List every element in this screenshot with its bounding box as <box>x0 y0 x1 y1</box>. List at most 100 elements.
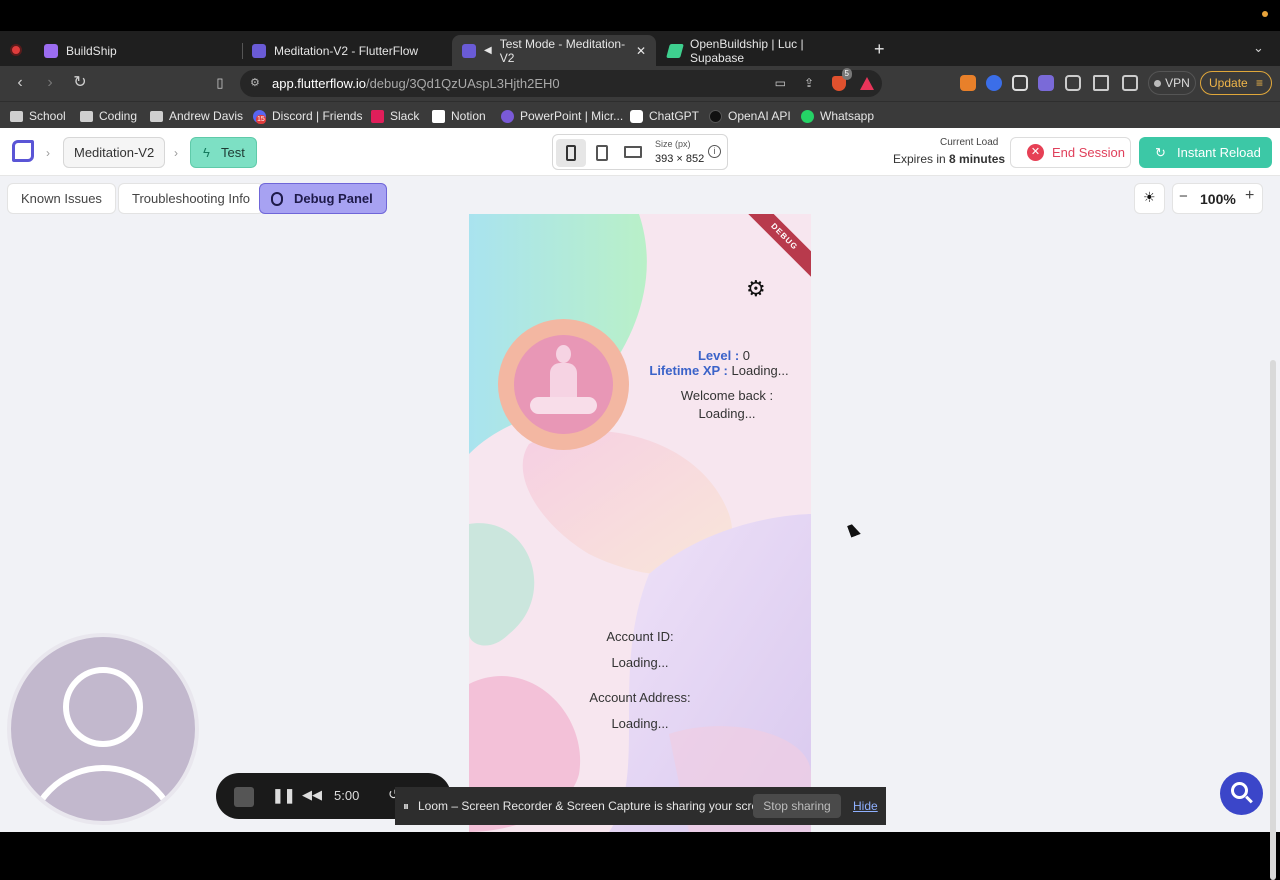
hide-link[interactable]: Hide <box>853 799 878 813</box>
pause-icon[interactable]: ❚❚ <box>272 787 295 804</box>
chevron-right-icon: › <box>46 146 50 160</box>
buildship-icon <box>44 43 58 58</box>
status-dot-icon <box>1262 11 1268 17</box>
tab-supabase[interactable]: OpenBuildship | Luc | Supabase <box>658 35 866 66</box>
bookmark-whatsapp[interactable]: Whatsapp <box>801 107 874 125</box>
expires-text: Expires in 8 minutes <box>893 152 1006 166</box>
back-icon[interactable]: ‹ <box>8 72 32 94</box>
rewind-icon[interactable]: ◀◀ <box>302 787 322 803</box>
extension-tool-icon[interactable] <box>1012 75 1028 91</box>
new-tab-icon[interactable]: + <box>874 39 885 60</box>
menu-icon: ≡ <box>1255 76 1263 90</box>
whatsapp-icon <box>801 109 814 123</box>
current-load-label: Current Load <box>940 137 999 148</box>
theme-toggle-button[interactable]: ☀ <box>1134 183 1165 214</box>
recording-timer: 5:00 <box>334 788 360 803</box>
cast-icon[interactable]: ▭ <box>775 70 786 97</box>
pause-share-icon: ⏸ <box>403 799 410 813</box>
user-body-icon <box>25 765 181 821</box>
end-session-button[interactable]: ✕ End Session <box>1010 137 1131 168</box>
openai-icon <box>709 109 722 123</box>
debug-panel-button[interactable]: Debug Panel <box>259 183 387 214</box>
browser-tab-strip: BuildShip Meditation-V2 - FlutterFlow ◀ … <box>0 31 1280 66</box>
instant-reload-button[interactable]: ↻ Instant Reload <box>1139 137 1272 168</box>
desktop-icon[interactable] <box>618 139 648 167</box>
search-chat-button[interactable] <box>1220 772 1263 815</box>
canvas-scrollbar[interactable] <box>1270 360 1276 880</box>
tab-test-mode[interactable]: ◀ Test Mode - Meditation-V2 ✕ <box>452 35 656 66</box>
forward-icon[interactable]: › <box>38 72 62 94</box>
folder-icon <box>80 110 93 122</box>
bookmark-slack[interactable]: Slack <box>371 107 419 125</box>
notion-icon <box>432 109 445 123</box>
level-line: Level : 0 <box>697 348 751 363</box>
screen-share-notification: ⏸ Loom – Screen Recorder & Screen Captur… <box>395 787 886 825</box>
bookmark-icon[interactable]: ▯ <box>208 72 232 94</box>
welcome-text: Welcome back : <box>680 388 774 403</box>
puzzle-icon[interactable] <box>1065 75 1081 91</box>
record-dot-icon <box>10 44 22 56</box>
tab-flutterflow[interactable]: Meditation-V2 - FlutterFlow <box>242 35 450 66</box>
share-message: Loom – Screen Recorder & Screen Capture … <box>418 799 775 813</box>
reload-icon[interactable]: ↻ <box>68 72 92 94</box>
webcam-avatar <box>7 633 199 825</box>
account-id-label: Account ID: <box>606 629 674 644</box>
stop-recording-icon[interactable] <box>234 787 254 807</box>
known-issues-button[interactable]: Known Issues <box>7 183 116 214</box>
folder-icon <box>10 110 23 122</box>
tablet-icon[interactable] <box>587 139 617 167</box>
bug-icon <box>271 192 283 206</box>
sidebar-icon[interactable] <box>1093 75 1109 91</box>
account-id-value: Loading... <box>611 655 669 670</box>
extension-circle-icon[interactable] <box>986 75 1002 91</box>
close-circle-icon: ✕ <box>1027 144 1044 161</box>
powerpoint-icon <box>501 109 514 123</box>
settings-gear-icon[interactable]: ⚙ <box>746 276 766 302</box>
stop-sharing-button[interactable]: Stop sharing <box>753 794 841 818</box>
url-field[interactable]: ⚙ app.flutterflow.io/debug/3Qd1QzUAspL3H… <box>240 68 882 97</box>
mouse-cursor-icon <box>847 522 861 538</box>
zoom-control: − 100% + <box>1172 183 1263 214</box>
bookmark-openai-api[interactable]: OpenAI API <box>709 107 791 125</box>
bookmark-school[interactable]: School <box>10 107 66 125</box>
vpn-button[interactable]: VPN <box>1148 71 1196 95</box>
bookmark-chatgpt[interactable]: ChatGPT <box>630 107 699 125</box>
site-settings-icon[interactable]: ⚙ <box>250 70 260 97</box>
flutterflow-header: › Meditation-V2 › ϟ Test Size (px) 393 ×… <box>0 128 1280 176</box>
info-icon[interactable]: i <box>708 145 721 158</box>
troubleshooting-info-button[interactable]: Troubleshooting Info <box>118 183 265 214</box>
test-mode-badge[interactable]: ϟ Test <box>190 137 257 168</box>
close-tab-icon[interactable]: ✕ <box>636 44 646 58</box>
lifetime-xp-line: Lifetime XP : Loading... <box>649 363 789 378</box>
supabase-icon <box>666 43 684 58</box>
bookmark-notion[interactable]: Notion <box>432 107 486 125</box>
lightning-icon: ϟ <box>203 145 210 160</box>
update-button[interactable]: Update ≡ <box>1200 71 1272 95</box>
bookmark-discord[interactable]: 15 Discord | Friends <box>253 107 362 125</box>
bookmark-andrew-davis[interactable]: Andrew Davis <box>150 107 243 125</box>
meditation-figure-icon <box>514 335 613 434</box>
flutterflow-icon <box>462 43 476 58</box>
zoom-out-icon[interactable]: − <box>1179 188 1188 205</box>
account-address-value: Loading... <box>611 716 669 731</box>
extension-gear-icon[interactable] <box>1038 75 1054 91</box>
phone-preview[interactable]: DEBUG ⚙ Level : 0 Lifetime XP : Loading.… <box>469 214 811 832</box>
flutterflow-logo-icon[interactable] <box>12 140 34 162</box>
bookmark-powerpoint[interactable]: PowerPoint | Micr... <box>501 107 623 125</box>
device-selector: Size (px) 393 × 852 i <box>552 134 728 170</box>
size-value: 393 × 852 <box>655 153 705 165</box>
phone-icon[interactable] <box>556 139 586 167</box>
wallet-icon[interactable] <box>1122 75 1138 91</box>
bookmark-coding[interactable]: Coding <box>80 107 137 125</box>
project-breadcrumb[interactable]: Meditation-V2 <box>63 137 166 168</box>
tab-buildship[interactable]: BuildShip <box>34 35 242 66</box>
zoom-in-icon[interactable]: + <box>1245 187 1254 205</box>
metamask-icon[interactable] <box>960 75 976 91</box>
tab-search-chevron-icon[interactable]: ⌄ <box>1253 40 1264 56</box>
chatgpt-icon <box>630 109 643 123</box>
brave-rewards-icon[interactable] <box>860 77 874 90</box>
size-label: Size (px) <box>655 139 691 149</box>
chevron-right-icon: › <box>174 146 178 160</box>
reload-icon: ↻ <box>1155 145 1166 160</box>
share-icon[interactable]: ⇪ <box>804 70 814 97</box>
